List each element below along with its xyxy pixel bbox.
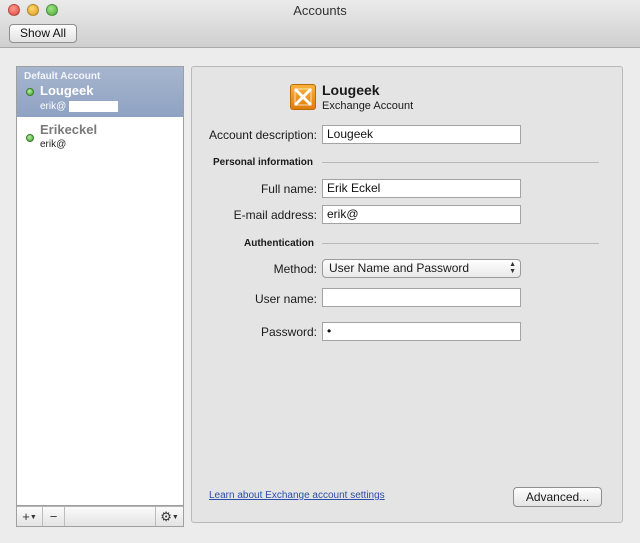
status-online-icon — [26, 88, 34, 96]
full-name-field[interactable]: Erik Eckel — [322, 179, 521, 198]
account-item-lougeek[interactable]: Default Account Lougeek erik@ — [17, 67, 183, 117]
password-label: Password: — [260, 325, 317, 339]
exchange-icon — [290, 84, 316, 110]
personal-info-heading: Personal information — [213, 157, 314, 168]
authentication-heading: Authentication — [244, 238, 314, 249]
description-label: Account description: — [208, 128, 317, 142]
method-label: Method: — [273, 262, 317, 276]
status-online-icon — [26, 134, 34, 142]
email-field[interactable]: erik@ — [322, 205, 521, 224]
show-all-button[interactable]: Show All — [9, 24, 77, 43]
username-field[interactable] — [322, 288, 521, 307]
account-name: Lougeek — [40, 83, 94, 98]
account-email: erik@ — [40, 101, 67, 112]
title-bar: Accounts Show All — [0, 0, 640, 48]
default-account-label: Default Account — [24, 71, 101, 82]
chevron-down-icon: ▼ — [29, 514, 37, 522]
full-name-label: Full name: — [260, 182, 317, 196]
password-field[interactable]: • — [322, 322, 521, 341]
learn-exchange-settings-link[interactable]: Learn about Exchange account settings — [209, 490, 385, 501]
username-label: User name: — [254, 292, 317, 306]
account-header-name: Lougeek — [322, 82, 380, 98]
account-settings-panel: Lougeek Exchange Account Account descrip… — [191, 66, 623, 523]
section-divider — [322, 243, 599, 244]
chevron-down-icon: ▼ — [171, 514, 179, 522]
account-email: erik@ — [40, 139, 67, 150]
method-value: User Name and Password — [329, 261, 470, 275]
add-account-button[interactable]: +▼ — [17, 507, 43, 526]
account-list-footer: +▼ − ⚙▼ — [16, 506, 184, 527]
method-select[interactable]: User Name and Password ▲ ▼ — [322, 259, 521, 278]
account-item-erikeckel[interactable]: Erikeckel erik@ — [17, 119, 183, 159]
plus-icon: + — [22, 509, 30, 524]
window-title: Accounts — [293, 3, 347, 18]
account-name: Erikeckel — [40, 122, 98, 137]
account-list: Default Account Lougeek erik@ Erikeckel … — [16, 66, 184, 506]
account-description-field[interactable]: Lougeek — [322, 125, 521, 144]
email-redaction — [69, 101, 118, 112]
account-actions-button[interactable]: ⚙▼ — [155, 507, 183, 526]
section-divider — [322, 162, 599, 163]
account-type: Exchange Account — [322, 100, 414, 112]
gear-icon: ⚙ — [160, 509, 172, 524]
remove-account-button[interactable]: − — [43, 507, 65, 526]
select-arrows-icon: ▲ ▼ — [509, 261, 516, 275]
email-label: E-mail address: — [233, 208, 317, 222]
advanced-button[interactable]: Advanced... — [513, 487, 602, 507]
accounts-window: Accounts Show All Default Account Lougee… — [0, 0, 640, 543]
